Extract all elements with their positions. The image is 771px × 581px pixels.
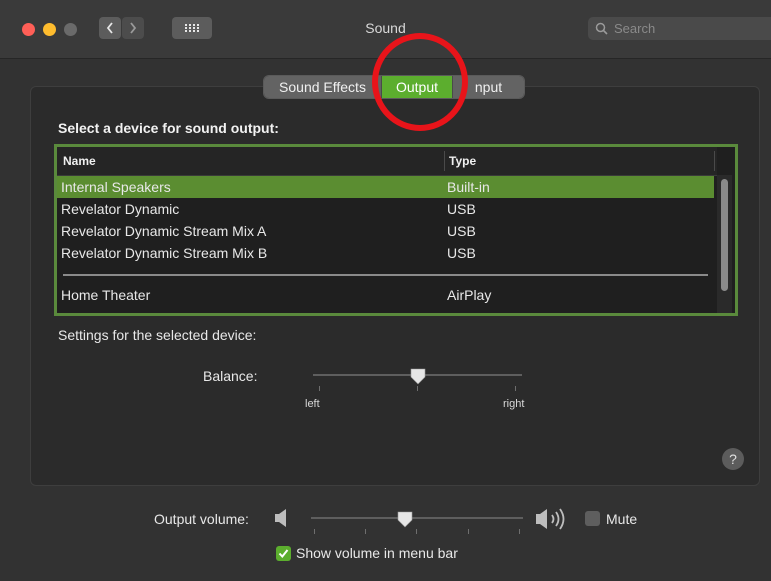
device-name: Internal Speakers bbox=[61, 179, 171, 195]
row-separator bbox=[63, 274, 708, 276]
slider-tick bbox=[519, 529, 520, 534]
column-divider bbox=[714, 151, 715, 171]
device-type: USB bbox=[447, 223, 476, 239]
slider-tick bbox=[319, 386, 320, 391]
column-header-type[interactable]: Type bbox=[449, 154, 476, 168]
show-volume-label[interactable]: Show volume in menu bar bbox=[296, 545, 458, 561]
balance-left-label: left bbox=[305, 398, 320, 410]
table-row[interactable]: Home Theater AirPlay bbox=[57, 284, 714, 306]
device-name: Home Theater bbox=[61, 287, 151, 303]
mute-checkbox[interactable] bbox=[585, 511, 600, 526]
help-button[interactable]: ? bbox=[722, 448, 744, 470]
speaker-low-icon bbox=[275, 509, 286, 527]
column-divider bbox=[444, 151, 445, 171]
table-row[interactable]: Revelator Dynamic Stream Mix A USB bbox=[57, 220, 714, 242]
slider-tick bbox=[417, 386, 418, 391]
device-section-heading: Select a device for sound output: bbox=[58, 120, 279, 136]
tab-sound-effects[interactable]: Sound Effects bbox=[264, 76, 381, 98]
slider-tick bbox=[314, 529, 315, 534]
checkmark-icon bbox=[278, 549, 289, 559]
device-type: AirPlay bbox=[447, 287, 492, 303]
scrollbar-thumb[interactable] bbox=[721, 179, 728, 291]
column-header-name[interactable]: Name bbox=[63, 154, 96, 168]
balance-label: Balance: bbox=[203, 368, 258, 384]
device-type: USB bbox=[447, 245, 476, 261]
device-name: Revelator Dynamic bbox=[61, 201, 180, 217]
table-scrollbar[interactable] bbox=[717, 175, 732, 313]
table-header: Name Type bbox=[57, 147, 717, 176]
settings-heading: Settings for the selected device: bbox=[58, 327, 257, 343]
search-placeholder: Search bbox=[614, 21, 656, 36]
device-name: Revelator Dynamic Stream Mix B bbox=[61, 245, 268, 261]
table-row[interactable]: Revelator Dynamic Stream Mix B USB bbox=[57, 242, 714, 264]
slider-tick bbox=[515, 386, 516, 391]
device-table[interactable]: Name Type Internal Speakers Built-in Rev… bbox=[54, 144, 738, 316]
device-name: Revelator Dynamic Stream Mix A bbox=[61, 223, 267, 239]
output-volume-slider[interactable] bbox=[311, 517, 523, 534]
show-volume-checkbox[interactable] bbox=[276, 546, 291, 561]
output-volume-knob[interactable] bbox=[396, 511, 414, 529]
slider-tick bbox=[468, 529, 469, 534]
mute-label[interactable]: Mute bbox=[606, 511, 637, 527]
speaker-high-icon bbox=[536, 508, 565, 530]
balance-right-label: right bbox=[503, 398, 525, 410]
slider-tick bbox=[365, 529, 366, 534]
output-volume-label: Output volume: bbox=[154, 511, 249, 527]
balance-slider-knob[interactable] bbox=[409, 368, 427, 386]
device-type: Built-in bbox=[447, 179, 490, 195]
annotation-circle bbox=[372, 33, 468, 131]
slider-tick bbox=[416, 529, 417, 534]
table-row[interactable]: Revelator Dynamic USB bbox=[57, 198, 714, 220]
table-row[interactable]: Internal Speakers Built-in bbox=[57, 176, 714, 198]
device-type: USB bbox=[447, 201, 476, 217]
search-input[interactable]: Search bbox=[588, 17, 771, 40]
search-icon bbox=[595, 22, 608, 35]
